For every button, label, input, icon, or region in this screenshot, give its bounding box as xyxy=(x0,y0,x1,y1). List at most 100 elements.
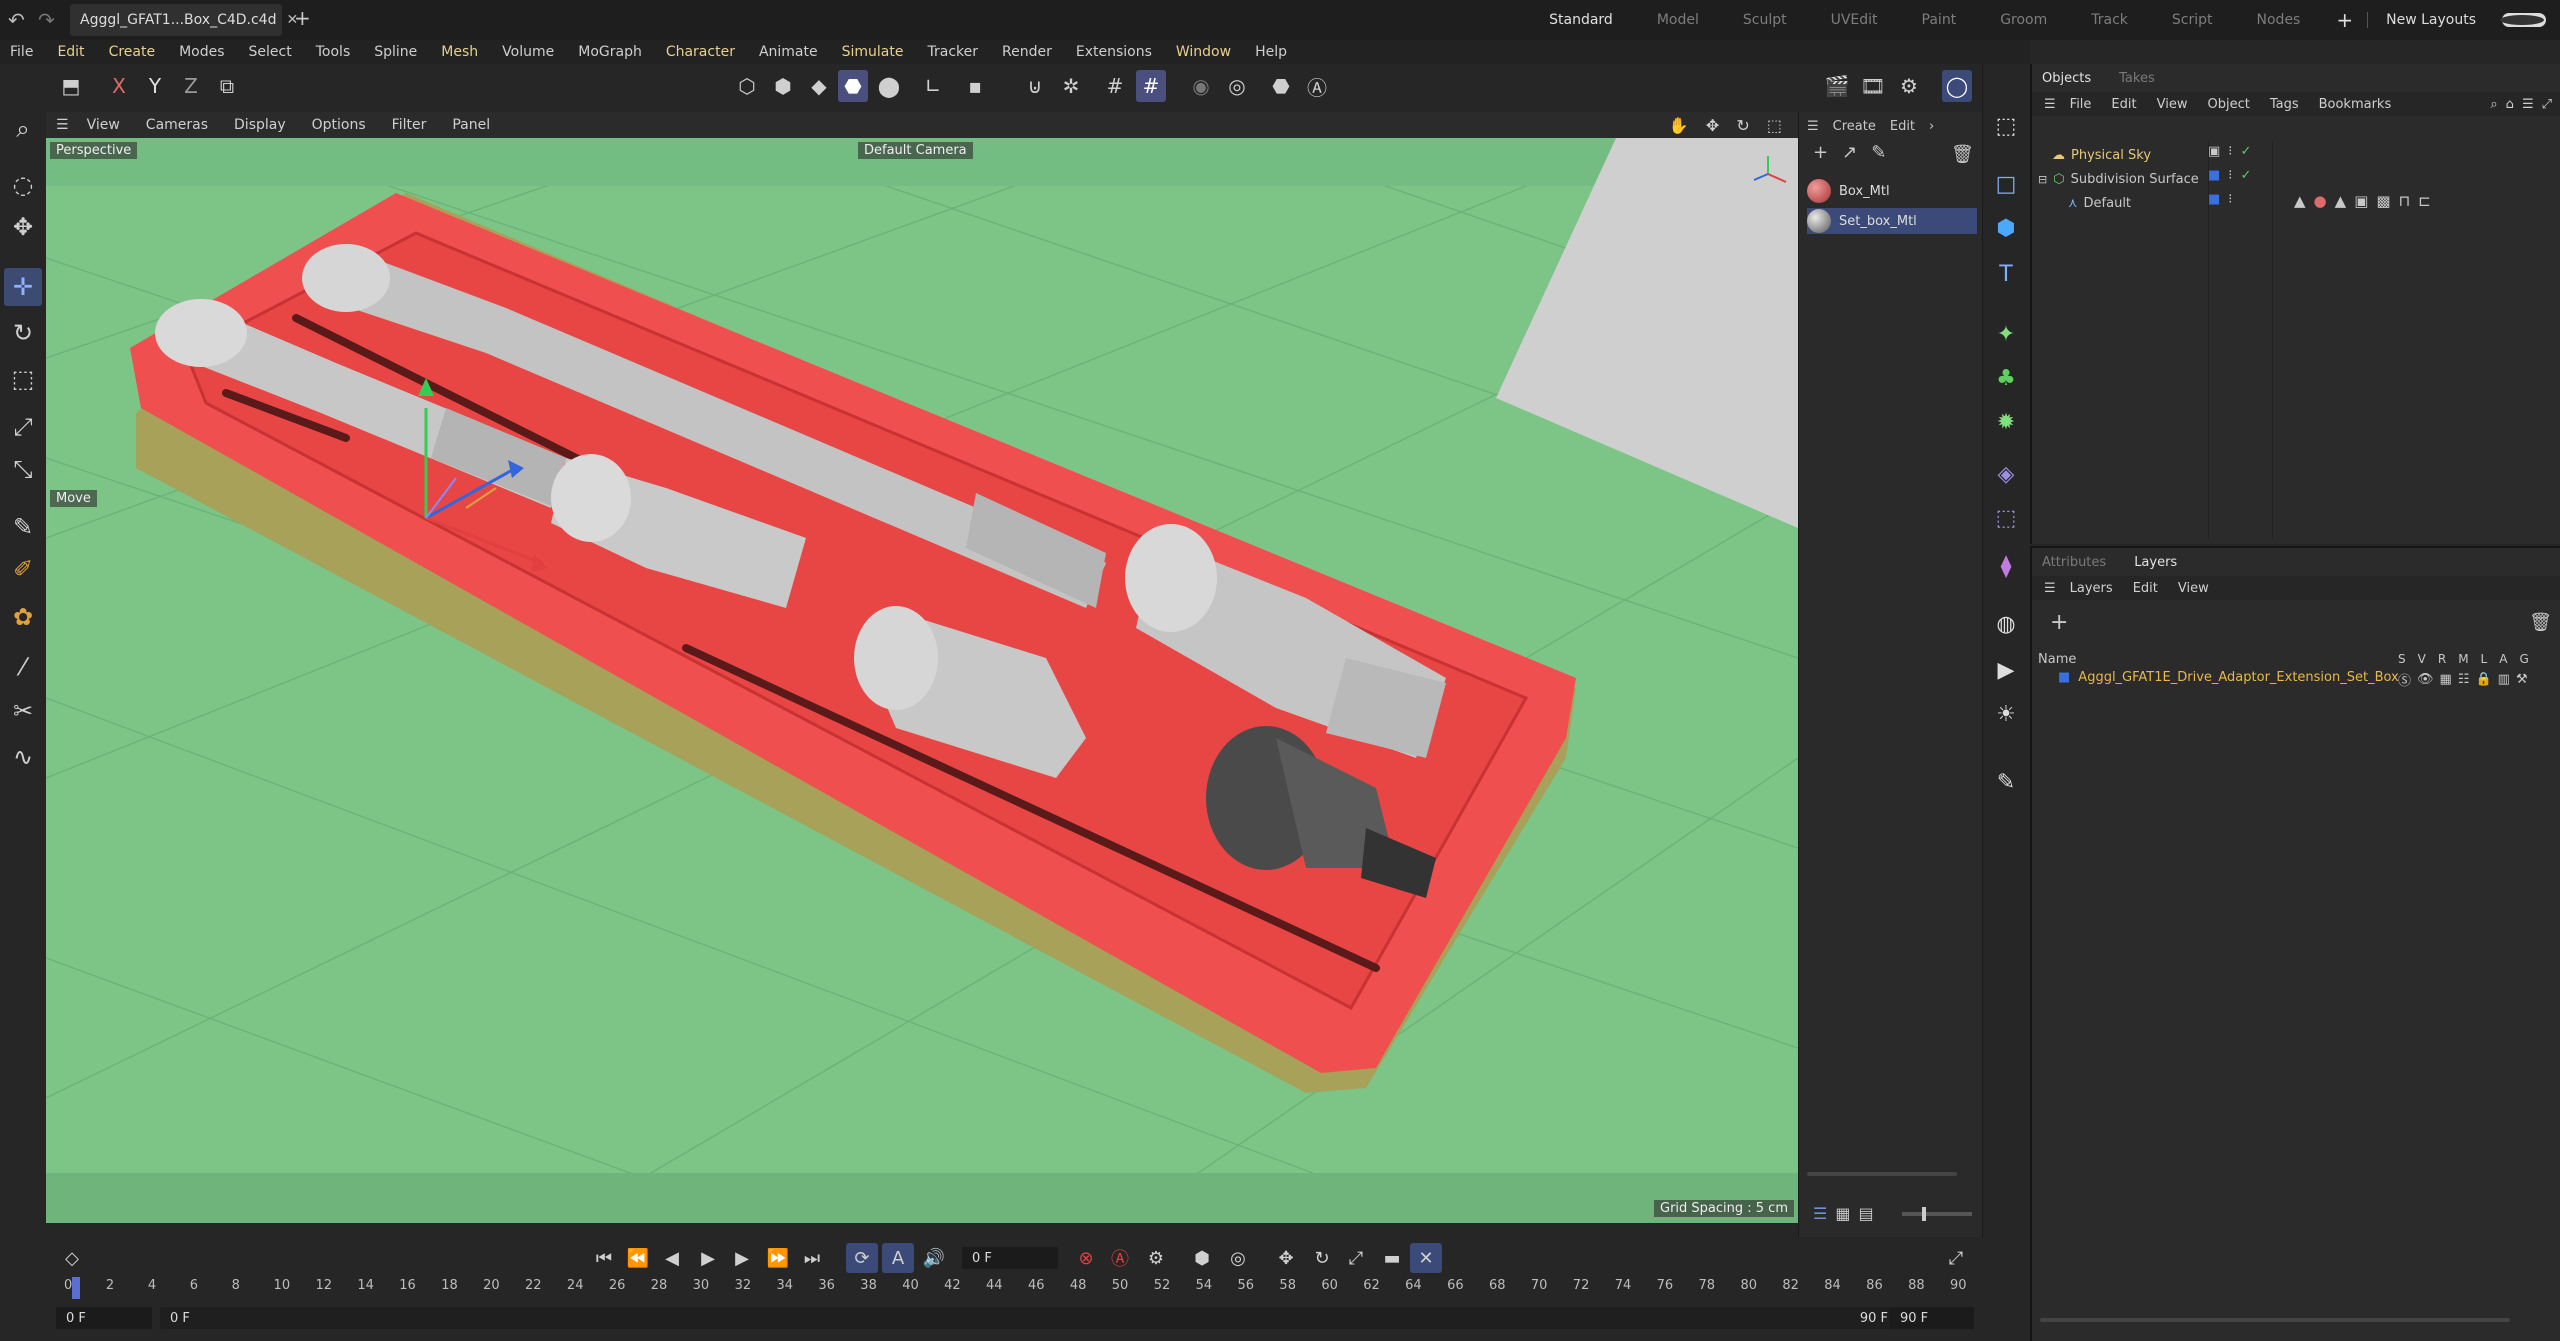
viewport-menu-filter[interactable]: Filter xyxy=(392,117,427,133)
filter-icon[interactable]: ☰ xyxy=(2522,97,2534,112)
delete-layer-icon[interactable]: 🗑 xyxy=(2529,612,2552,633)
layout-tab-sculpt[interactable]: Sculpt xyxy=(1721,12,1809,28)
camera-object-icon[interactable]: ▶ xyxy=(1988,652,2024,688)
scale-key-icon[interactable]: ⤢ xyxy=(1340,1243,1372,1273)
z-axis-toggle[interactable]: Z xyxy=(176,70,206,102)
selection-tool-icon[interactable]: ◌ xyxy=(4,166,42,204)
x-axis-toggle[interactable]: X xyxy=(104,70,134,102)
menu-help[interactable]: Help xyxy=(1255,44,1287,60)
camera-tool-icon[interactable]: ⬚ xyxy=(1988,108,2024,144)
timeline-start-field[interactable]: 0 F xyxy=(56,1307,152,1329)
previous-key-icon[interactable]: ⏪ xyxy=(622,1243,654,1273)
paint-tool-icon[interactable]: ✿ xyxy=(4,598,42,636)
object-row-physical-sky[interactable]: ☁ Physical Sky xyxy=(2052,144,2151,166)
render-view-icon[interactable]: 🎬 xyxy=(1822,70,1852,102)
menu-modes[interactable]: Modes xyxy=(179,44,224,60)
lock-icon[interactable]: 🔒 xyxy=(2475,672,2491,687)
material-item-selected[interactable]: Set_box_Mtl xyxy=(1807,208,1977,234)
solo-icon[interactable]: Ⓢ xyxy=(2398,670,2411,689)
expand-icon[interactable]: ⤢ xyxy=(2542,97,2552,112)
text-tool-icon[interactable]: T xyxy=(1988,256,2024,292)
edit-render-settings-icon[interactable]: ⚙ xyxy=(1894,70,1924,102)
layer-color-icon[interactable]: ■ xyxy=(2208,168,2220,183)
layout-tab-script[interactable]: Script xyxy=(2150,12,2235,28)
material-menu-create[interactable]: Create xyxy=(1833,119,1876,134)
material-scrollbar[interactable] xyxy=(1807,1172,1957,1176)
layers-menu-icon[interactable]: ☰ xyxy=(2044,581,2056,596)
new-layouts-button[interactable]: New Layouts xyxy=(2367,12,2498,28)
viewport-projection-label[interactable]: Perspective xyxy=(50,142,138,159)
file-tab[interactable]: Agggl_GFAT1...Box_C4D.c4d ✕ xyxy=(70,4,298,36)
menu-edit[interactable]: Edit xyxy=(57,44,84,60)
layout-tab-uvedit[interactable]: UVEdit xyxy=(1809,12,1900,28)
scale-tool-icon[interactable]: ⬚ xyxy=(4,360,42,398)
viewport-menu-panel[interactable]: Panel xyxy=(452,117,490,133)
layout-tab-paint[interactable]: Paint xyxy=(1900,12,1979,28)
model-mode-icon[interactable]: ⬣ xyxy=(838,70,868,102)
menu-tracker[interactable]: Tracker xyxy=(927,44,978,60)
tag-icon[interactable]: ⊏ xyxy=(2418,192,2431,210)
generator-icon[interactable]: ⚒ xyxy=(2516,672,2528,687)
add-layout-icon[interactable]: + xyxy=(2322,8,2367,32)
layer-color-icon[interactable]: ■ xyxy=(2058,670,2070,685)
material-menu-edit[interactable]: Edit xyxy=(1890,119,1915,134)
layers-menu-layers[interactable]: Layers xyxy=(2070,581,2113,596)
loop-icon[interactable]: ⟳ xyxy=(846,1243,878,1273)
menu-animate[interactable]: Animate xyxy=(759,44,818,60)
visibility-dots-icon[interactable]: ⁝ xyxy=(2228,144,2232,159)
add-layer-icon[interactable]: + xyxy=(2050,610,2068,635)
undo-icon[interactable]: ↶ xyxy=(8,8,25,32)
snap-tool-icon[interactable]: ⤡ xyxy=(4,450,42,488)
undo-view-icon[interactable]: ⬒ xyxy=(56,70,86,102)
material-zoom-slider[interactable] xyxy=(1901,1206,1972,1221)
search-icon[interactable]: ⌕ xyxy=(2490,97,2497,112)
playhead[interactable] xyxy=(72,1277,80,1299)
visibility-dots-icon[interactable]: ⁝ xyxy=(2228,192,2232,207)
visibility-dots-icon[interactable]: ⁝ xyxy=(2228,168,2232,183)
spline-object-icon[interactable]: ⧫ xyxy=(1988,548,2024,584)
layers-scrollbar[interactable] xyxy=(2040,1318,2510,1322)
material-menu-icon[interactable]: ☰ xyxy=(1807,119,1819,134)
arrow-icon[interactable]: ↗ xyxy=(1842,142,1857,163)
polygons-mode-icon[interactable]: ◆ xyxy=(804,70,834,102)
render-picture-viewer-icon[interactable]: 🎞 xyxy=(1858,70,1888,102)
menu-render[interactable]: Render xyxy=(1002,44,1052,60)
snap-icon[interactable]: # xyxy=(1136,70,1166,102)
texture-tag-icon[interactable]: ▣ xyxy=(2354,192,2368,210)
phong-tag-icon[interactable]: ▲ xyxy=(2335,192,2347,210)
grid-view-icon[interactable]: ▦ xyxy=(1835,1204,1850,1223)
menu-character[interactable]: Character xyxy=(666,44,735,60)
render-settings-icon[interactable]: Ⓐ xyxy=(1302,70,1332,102)
next-key-icon[interactable]: ⏩ xyxy=(762,1243,794,1273)
manager-icon[interactable]: ☷ xyxy=(2458,672,2470,687)
light-icon[interactable]: ☀ xyxy=(1988,696,2024,732)
cube-primitive-icon[interactable]: ⬢ xyxy=(1988,210,2024,246)
collapse-icon[interactable]: ⊟ xyxy=(2038,173,2047,186)
deformer-icon[interactable]: ◈ xyxy=(1988,456,2024,492)
edges-mode-icon[interactable]: ⬢ xyxy=(768,70,798,102)
menu-simulate[interactable]: Simulate xyxy=(842,44,904,60)
material-tag-icon[interactable]: ● xyxy=(2314,192,2327,210)
tag-icon[interactable]: ✎ xyxy=(1988,764,2024,800)
cloner-icon[interactable]: ♣ xyxy=(1988,360,2024,396)
viewport-nav-icons[interactable]: ✋ ✥ ↻ ⬚ xyxy=(1669,116,1788,135)
go-to-end-icon[interactable]: ⏭ xyxy=(796,1243,828,1273)
square-primitive-icon[interactable]: □ xyxy=(1988,166,2024,202)
objects-menu-edit[interactable]: Edit xyxy=(2111,97,2136,112)
menu-extensions[interactable]: Extensions xyxy=(1076,44,1152,60)
objects-menu-view[interactable]: View xyxy=(2157,97,2188,112)
add-tab-icon[interactable]: + xyxy=(294,6,311,30)
menu-mograph[interactable]: MoGraph xyxy=(578,44,642,60)
viewport-menu-view[interactable]: View xyxy=(87,117,120,133)
tab-objects[interactable]: Objects xyxy=(2042,71,2091,86)
timeline-range-bar[interactable]: 0 F 90 F xyxy=(160,1307,1900,1329)
layers-menu-edit[interactable]: Edit xyxy=(2133,581,2158,596)
rotate-tool-icon[interactable]: ↻ xyxy=(4,314,42,352)
timeline-end-field[interactable]: 90 F xyxy=(1890,1307,1974,1329)
viewport-menu-icon[interactable]: ☰ xyxy=(56,117,69,133)
add-material-icon[interactable]: + xyxy=(1813,142,1828,163)
preview-view-icon[interactable]: ▤ xyxy=(1858,1204,1873,1223)
redo-icon[interactable]: ↷ xyxy=(38,8,55,32)
axis-mode-icon[interactable]: ∟ xyxy=(918,70,948,102)
sound-icon[interactable]: 🔊 xyxy=(918,1243,950,1273)
